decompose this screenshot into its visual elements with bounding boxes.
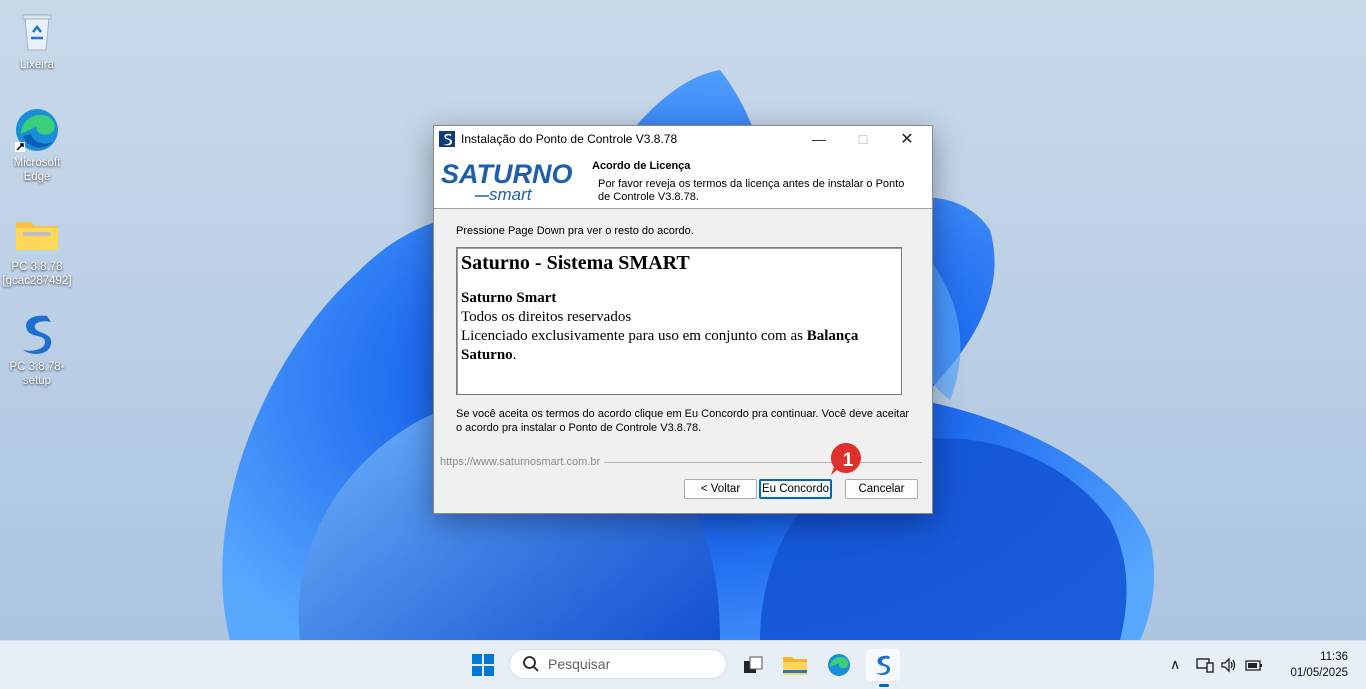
minimize-button[interactable]: — [796, 126, 842, 152]
saturno-s-icon [23, 315, 52, 354]
task-view-button[interactable] [736, 649, 770, 681]
task-view-icon [744, 656, 763, 673]
close-button[interactable]: ✕ [884, 126, 930, 152]
maximize-icon: □ [858, 131, 868, 147]
battery-icon[interactable] [1244, 657, 1264, 673]
search-icon [523, 656, 539, 672]
network-icon[interactable] [1196, 657, 1214, 673]
license-terms-prefix: Licenciado exclusivamente para uso em co… [461, 328, 807, 344]
accept-instructions: Se você aceita os termos do acordo cliqu… [456, 408, 910, 434]
desktop-icon-edge[interactable]: Microsoft Edge [1, 106, 73, 184]
header-title: Acordo de Licença [592, 160, 691, 172]
branding-url: https://www.saturnosmart.com.br [440, 456, 601, 468]
desktop-icon-label: Microsoft Edge [13, 157, 61, 183]
system-tray: ∧ [1170, 641, 1264, 689]
maximize-button: □ [840, 126, 886, 152]
saturno-s-icon [876, 655, 891, 675]
cancel-button[interactable]: Cancelar [845, 479, 918, 499]
desktop-icon-label: PC 3.8.78 [gcac287492] [2, 261, 72, 287]
saturno-app-icon [439, 131, 455, 147]
header-subtitle: Por favor reveja os termos da licença an… [598, 178, 905, 203]
license-company: Saturno Smart [461, 290, 557, 306]
taskbar: Pesquisar ∧ 11:36 01/05/2025 [0, 640, 1366, 689]
step-badge: 1 [830, 442, 861, 475]
clock-time: 11:36 [1320, 651, 1348, 663]
file-explorer-button[interactable] [778, 649, 812, 681]
desktop-icon-label: Lixeira [20, 59, 54, 71]
minimize-icon: — [812, 131, 826, 147]
start-button[interactable] [466, 649, 500, 681]
recycle-bin-icon [22, 14, 52, 51]
clock[interactable]: 11:36 01/05/2025 [1290, 649, 1348, 681]
edge-icon [828, 654, 850, 676]
desktop-icon-pc-setup[interactable]: PC 3.8.78-setup [1, 310, 73, 388]
window-title: Instalação do Ponto de Controle V3.8.78 [461, 132, 678, 146]
active-app-indicator [879, 684, 889, 687]
license-rights: Todos os direitos reservados [461, 309, 632, 325]
desktop-icon-pc-folder[interactable]: PC 3.8.78 [gcac287492] [1, 210, 73, 288]
clock-date: 01/05/2025 [1290, 667, 1348, 679]
svg-text:1: 1 [843, 450, 854, 471]
wizard-header: SATURNO smart Acordo de Licença Por favo… [434, 152, 932, 209]
license-terms: Licenciado exclusivamente para uso em co… [461, 327, 897, 365]
taskbar-search[interactable]: Pesquisar [509, 649, 727, 679]
edge-icon [15, 109, 58, 152]
back-button[interactable]: < Voltar [684, 479, 757, 499]
edge-taskbar-button[interactable] [822, 649, 856, 681]
title-bar[interactable]: Instalação do Ponto de Controle V3.8.78 … [434, 126, 932, 152]
chevron-up-icon[interactable]: ∧ [1170, 657, 1180, 673]
page-down-instruction: Pressione Page Down pra ver o resto do a… [456, 225, 694, 237]
desktop-icon-recycle-bin[interactable]: Lixeira [1, 8, 73, 72]
divider [604, 461, 922, 463]
agree-button[interactable]: Eu Concordo [759, 479, 832, 499]
license-terms-suffix: . [512, 347, 517, 363]
close-icon: ✕ [900, 131, 914, 148]
windows-start-icon [472, 654, 494, 676]
saturno-setup-taskbar-button[interactable] [866, 649, 900, 681]
folder-zip-icon [16, 222, 58, 250]
file-explorer-icon [783, 657, 807, 675]
speaker-icon[interactable] [1220, 657, 1238, 673]
license-text-box[interactable]: Saturno - Sistema SMART Saturno Smart To… [456, 247, 902, 395]
saturno-smart-logo: SATURNO smart [441, 159, 573, 204]
license-heading: Saturno - Sistema SMART [461, 252, 690, 274]
search-placeholder: Pesquisar [548, 656, 611, 672]
desktop-icon-label: PC 3.8.78-setup [9, 361, 65, 387]
svg-text:smart: smart [489, 185, 533, 204]
